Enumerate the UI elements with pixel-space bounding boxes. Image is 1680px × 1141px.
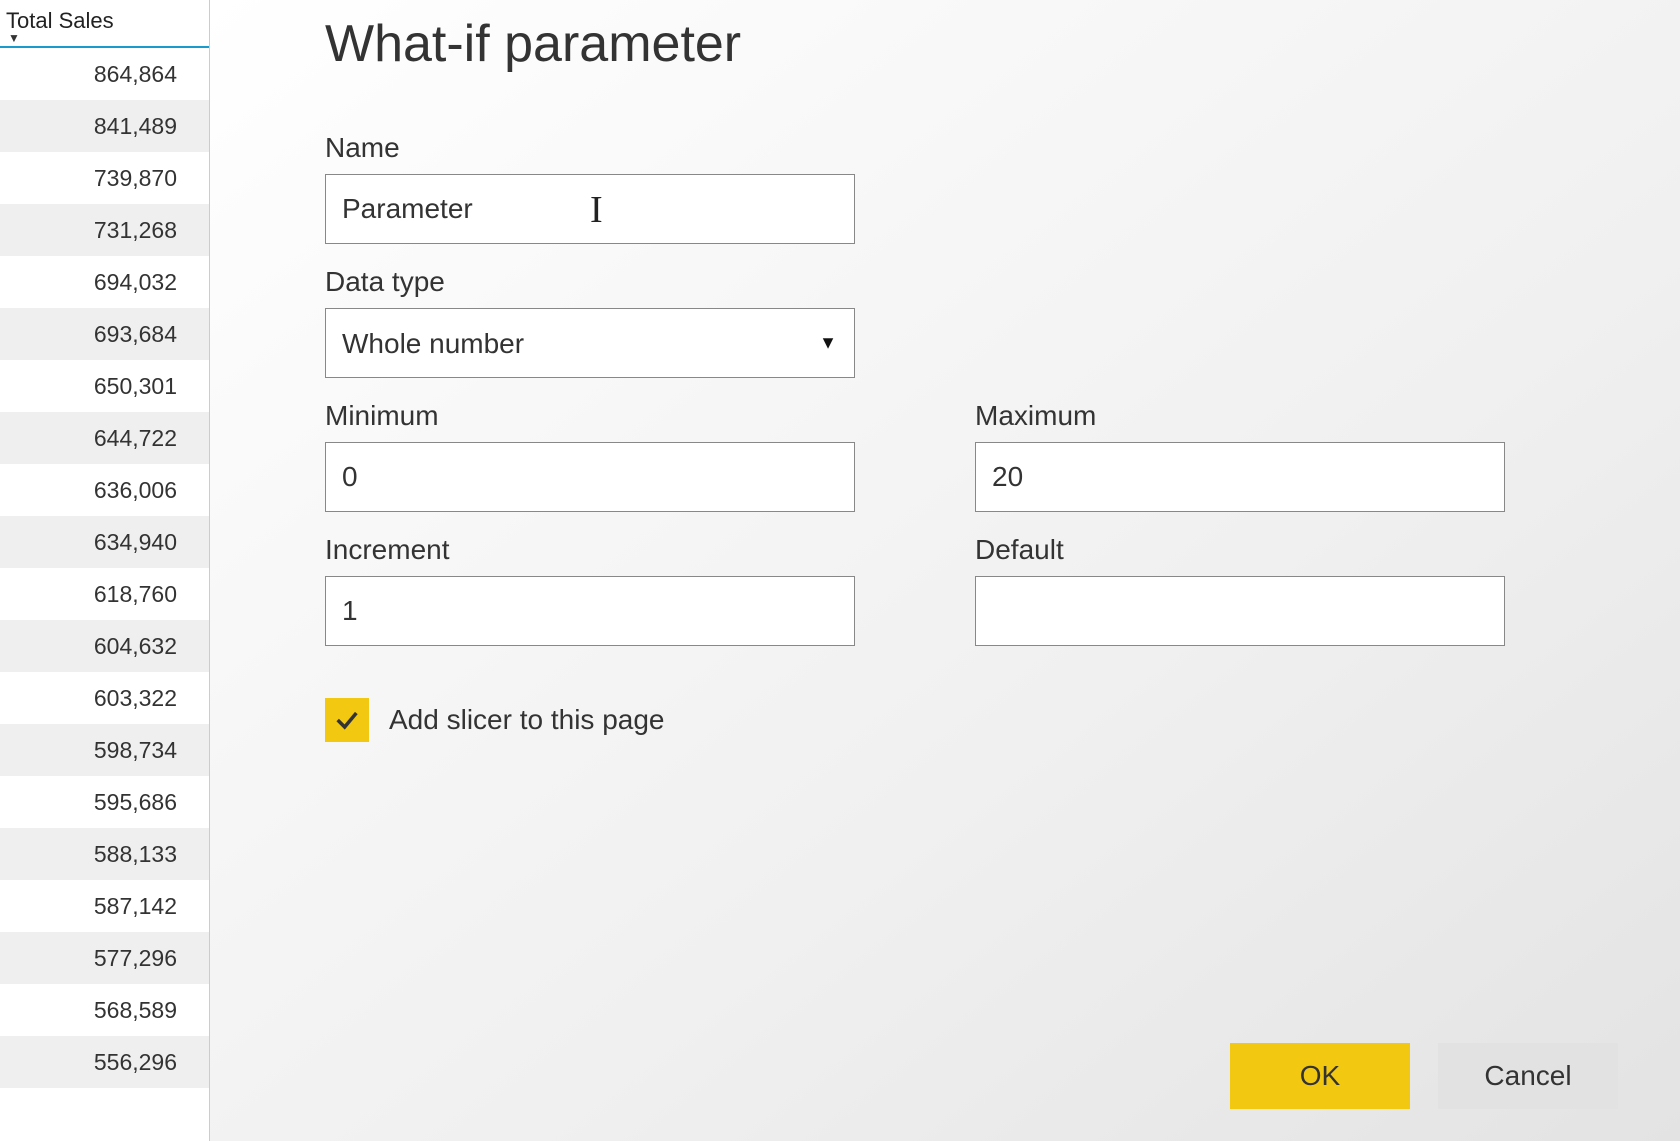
increment-input[interactable] <box>325 576 855 646</box>
column-rows: 864,864841,489739,870731,268694,032693,6… <box>0 48 209 1141</box>
field-data-type: Data type Whole number ▼ <box>325 266 1505 378</box>
table-row[interactable]: 644,722 <box>0 412 209 464</box>
table-row[interactable]: 636,006 <box>0 464 209 516</box>
total-sales-column: Total Sales ▼ 864,864841,489739,870731,2… <box>0 0 210 1141</box>
table-row[interactable]: 556,296 <box>0 1036 209 1088</box>
default-input[interactable] <box>975 576 1505 646</box>
data-type-select[interactable]: Whole number <box>325 308 855 378</box>
table-row[interactable]: 618,760 <box>0 568 209 620</box>
what-if-parameter-dialog: What-if parameter Name I Data type Whole… <box>210 0 1680 1141</box>
maximum-input[interactable] <box>975 442 1505 512</box>
table-row[interactable]: 604,632 <box>0 620 209 672</box>
table-row[interactable]: 598,734 <box>0 724 209 776</box>
name-input[interactable] <box>325 174 855 244</box>
table-row[interactable]: 841,489 <box>0 100 209 152</box>
table-row[interactable]: 739,870 <box>0 152 209 204</box>
add-slicer-label: Add slicer to this page <box>389 704 665 736</box>
table-row[interactable]: 864,864 <box>0 48 209 100</box>
ok-button[interactable]: OK <box>1230 1043 1410 1109</box>
table-row[interactable]: 650,301 <box>0 360 209 412</box>
label-default: Default <box>975 534 1505 566</box>
field-minimum: Minimum <box>325 400 855 512</box>
table-row[interactable]: 588,133 <box>0 828 209 880</box>
table-row[interactable]: 693,684 <box>0 308 209 360</box>
field-increment: Increment <box>325 534 855 646</box>
sort-desc-icon: ▼ <box>6 34 203 42</box>
label-minimum: Minimum <box>325 400 855 432</box>
minimum-input[interactable] <box>325 442 855 512</box>
add-slicer-row: Add slicer to this page <box>325 698 1505 742</box>
table-row[interactable]: 634,940 <box>0 516 209 568</box>
column-header-total-sales[interactable]: Total Sales ▼ <box>0 0 209 48</box>
table-row[interactable]: 577,296 <box>0 932 209 984</box>
table-row[interactable]: 595,686 <box>0 776 209 828</box>
label-name: Name <box>325 132 1505 164</box>
dialog-buttons: OK Cancel <box>1230 1043 1618 1109</box>
cancel-button[interactable]: Cancel <box>1438 1043 1618 1109</box>
check-icon <box>333 706 361 734</box>
label-increment: Increment <box>325 534 855 566</box>
add-slicer-checkbox[interactable] <box>325 698 369 742</box>
table-row[interactable]: 603,322 <box>0 672 209 724</box>
dialog-title: What-if parameter <box>325 14 1620 74</box>
table-row[interactable]: 587,142 <box>0 880 209 932</box>
label-data-type: Data type <box>325 266 1505 298</box>
table-row[interactable]: 568,589 <box>0 984 209 1036</box>
table-row[interactable]: 731,268 <box>0 204 209 256</box>
column-header-label: Total Sales <box>6 8 203 34</box>
table-row[interactable]: 694,032 <box>0 256 209 308</box>
field-maximum: Maximum <box>975 400 1505 512</box>
label-maximum: Maximum <box>975 400 1505 432</box>
field-name: Name I <box>325 132 1505 244</box>
field-default: Default <box>975 534 1505 646</box>
